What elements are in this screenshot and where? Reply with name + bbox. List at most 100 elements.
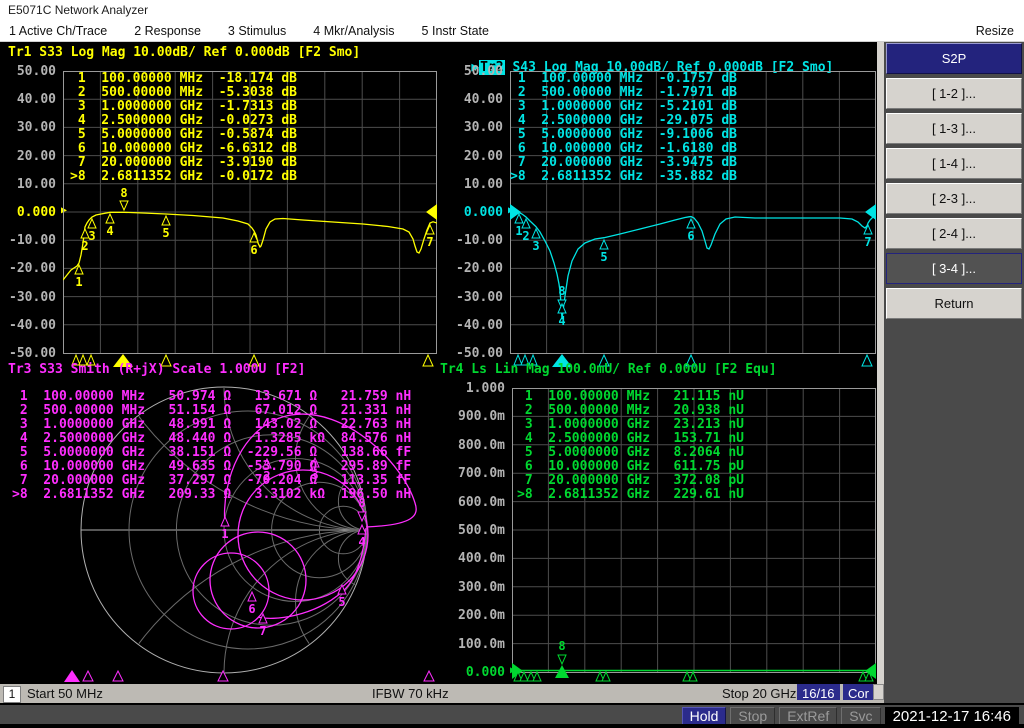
correction-badge: Cor (843, 684, 874, 701)
softkey-2-3[interactable]: [ 2-3 ]... (886, 183, 1022, 214)
axis-tick-label: -50.00 (9, 345, 56, 361)
softkey-panel: S2P [ 1-2 ]... [ 1-3 ]... [ 1-4 ]... [ 2… (884, 42, 1024, 703)
svg-text:7: 7 (864, 235, 871, 249)
axis-tick-label: -10.00 (456, 233, 503, 249)
marker-row: 5 5.0000000 GHz -0.5874 dB (70, 127, 297, 142)
softkey-header-s2p: S2P (886, 43, 1022, 74)
svg-text:1: 1 (221, 527, 228, 541)
marker-row: 2 500.00000 MHz 20.938 nU (517, 403, 744, 418)
svg-text:5: 5 (600, 250, 607, 264)
axis-tick-label: 1.000 (465, 381, 505, 396)
tr4-title[interactable]: Tr4 Ls Lin Mag 100.0mU/ Ref 0.000U [F2 E… (440, 362, 777, 377)
marker-row: 1 100.00000 MHz -0.1757 dB (510, 71, 737, 86)
softkey-3-4-active[interactable]: [ 3-4 ]... (886, 253, 1022, 284)
axis-ref-label: 0.000▶ (449, 665, 516, 680)
marker-row: 6 10.000000 GHz 611.75 pU (517, 459, 744, 474)
axis-tick-label: -40.00 (9, 317, 56, 333)
tr3-title[interactable]: Tr3 S33 Smith (R+jX) Scale 1.000U [F2] (8, 362, 305, 377)
svg-text:3: 3 (532, 239, 539, 253)
axis-tick-label: -30.00 (9, 289, 56, 305)
menu-response[interactable]: 2 Response (134, 24, 201, 38)
status-spacer-box (873, 684, 884, 700)
tr1-marker-table: 1 100.00000 MHz -18.174 dB 2 500.00000 M… (70, 72, 297, 184)
axis-tick-label: 10.00 (463, 176, 503, 192)
resize-control[interactable]: Resize (976, 24, 1024, 38)
axis-tick-label: 30.00 (463, 120, 503, 136)
status-bar: 1 Start 50 MHz IFBW 70 kHz Stop 20 GHz 1… (0, 684, 884, 703)
tr2-marker-table: 1 100.00000 MHz -0.1757 dB 2 500.00000 M… (510, 72, 737, 184)
svg-text:4: 4 (358, 535, 365, 549)
softkey-1-3[interactable]: [ 1-3 ]... (886, 113, 1022, 144)
axis-tick-label: 300.0m (458, 579, 505, 595)
marker-row: 3 1.0000000 GHz -5.2101 dB (510, 99, 737, 114)
marker-row: 4 2.5000000 GHz 48.440 Ω 1.3285 kΩ 84.57… (12, 431, 412, 446)
marker-row: 3 1.0000000 GHz 48.991 Ω 143.02 Ω 22.763… (12, 417, 412, 432)
softkey-2-4[interactable]: [ 2-4 ]... (886, 218, 1022, 249)
svg-text:8: 8 (558, 639, 565, 653)
marker-row: 1 100.00000 MHz 50.974 Ω 13.671 Ω 21.759… (12, 389, 412, 404)
menu-stimulus[interactable]: 3 Stimulus (228, 24, 286, 38)
marker-row: 7 20.000000 GHz -3.9190 dB (70, 155, 297, 170)
menu-active-ch-trace[interactable]: 1 Active Ch/Trace (9, 24, 107, 38)
marker-row: 7 20.000000 GHz 372.08 pU (517, 473, 744, 488)
axis-tick-label: 30.00 (16, 120, 56, 136)
marker-row: >8 2.6811352 GHz -35.882 dB (510, 169, 737, 184)
tr4-y-axis: 1.000 900.0m 800.0m 700.0m 600.0m 500.0m 400.0… (449, 381, 516, 680)
tr4-marker-labels: 8 (558, 639, 565, 653)
window-title-bar: E5071C Network Analyzer (0, 0, 1024, 20)
marker-row: 1 100.00000 MHz 21.115 nU (517, 389, 744, 404)
menu-mkr-analysis[interactable]: 4 Mkr/Analysis (313, 24, 394, 38)
marker-row: 5 5.0000000 GHz -9.1006 dB (510, 127, 737, 142)
axis-tick-label: -30.00 (456, 289, 503, 305)
tr4-markers (555, 654, 569, 678)
marker-row: 4 2.5000000 GHz -29.075 dB (510, 113, 737, 128)
marker-row: 2 500.00000 MHz -5.3038 dB (70, 85, 297, 100)
softkey-return[interactable]: Return (886, 288, 1022, 319)
softkey-1-4[interactable]: [ 1-4 ]... (886, 148, 1022, 179)
marker-row: 6 10.000000 GHz -1.6180 dB (510, 141, 737, 156)
softkey-1-2[interactable]: [ 1-2 ]... (886, 78, 1022, 109)
svg-text:5: 5 (338, 595, 345, 609)
svg-text:6: 6 (687, 229, 694, 243)
axis-ref-label: 0.000▶ (16, 204, 67, 220)
marker-row: >8 2.6811352 GHz 209.33 Ω 3.3102 kΩ 196.… (12, 487, 412, 502)
svg-text:3: 3 (88, 229, 95, 243)
axis-tick-label: 40.00 (16, 92, 56, 108)
marker-row: 5 5.0000000 GHz 38.151 Ω -229.56 Ω 138.6… (12, 445, 412, 460)
axis-tick-label: -20.00 (456, 261, 503, 277)
axis-tick-label: 50.00 (463, 64, 503, 79)
tr2-ref-level-right-icon (865, 204, 876, 220)
axis-tick-label: 400.0m (458, 551, 505, 567)
axis-tick-label: 800.0m (458, 437, 505, 453)
marker-row: 6 10.000000 GHz -6.6312 dB (70, 141, 297, 156)
svg-text:4: 4 (106, 224, 113, 238)
tr1-ref-level-right-icon (426, 204, 437, 220)
marker-row: 7 20.000000 GHz -3.9475 dB (510, 155, 737, 170)
tr1-title[interactable]: Tr1 S33 Log Mag 10.00dB/ Ref 0.000dB [F2… (8, 45, 360, 60)
marker-row: 7 20.000000 GHz 37.297 Ω -70.204 Ω 113.3… (12, 473, 412, 488)
axis-tick-label: -50.00 (456, 345, 503, 361)
tr2-y-axis: 50.00 40.00 30.00 20.00 10.00 0.000▶ -10.00 -20… (447, 64, 514, 361)
marker-row: 2 500.00000 MHz -1.7971 dB (510, 85, 737, 100)
marker-row: 6 10.000000 GHz 49.635 Ω -53.790 Ω 295.8… (12, 459, 412, 474)
ifbw-value: IFBW 70 kHz (372, 686, 449, 701)
window-title: E5071C Network Analyzer (8, 3, 149, 17)
marker-row: 3 1.0000000 GHz -1.7313 dB (70, 99, 297, 114)
axis-tick-label: 10.00 (16, 176, 56, 192)
axis-tick-label: 20.00 (16, 148, 56, 164)
bottom-edge (0, 724, 1024, 728)
axis-tick-label: 900.0m (458, 409, 505, 425)
axis-tick-label: 20.00 (463, 148, 503, 164)
marker-row: 5 5.0000000 GHz 8.2064 nU (517, 445, 744, 460)
axis-tick-label: 50.00 (16, 64, 56, 79)
svg-text:6: 6 (248, 602, 255, 616)
svg-text:6: 6 (250, 243, 257, 257)
marker-row: >8 2.6811352 GHz 229.61 nU (517, 487, 744, 502)
svg-text:1: 1 (75, 275, 82, 289)
axis-tick-label: -20.00 (9, 261, 56, 277)
axis-tick-label: 100.0m (458, 636, 505, 652)
menu-instr-state[interactable]: 5 Instr State (422, 24, 489, 38)
stop-frequency: Stop 20 GHz (722, 686, 797, 701)
sweep-points-badge: 16/16 (797, 684, 840, 701)
marker-row: >8 2.6811352 GHz -0.0172 dB (70, 169, 297, 184)
